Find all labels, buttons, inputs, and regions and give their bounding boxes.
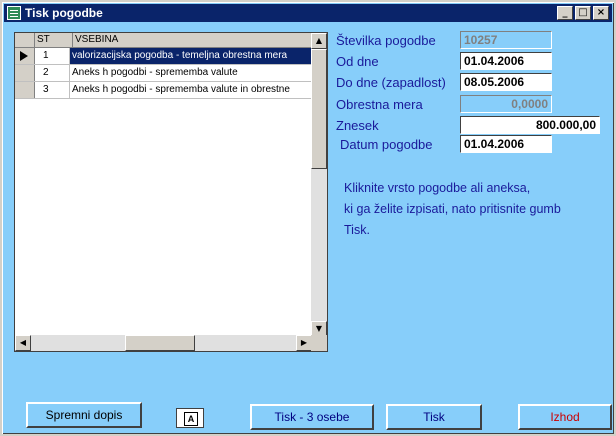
cover-letter-button[interactable]: Spremni dopis xyxy=(26,402,142,428)
scrollbar-corner xyxy=(311,335,327,351)
from-date-label: Od dne xyxy=(336,54,379,69)
title-bar: Tisk pogodbe _ □ × xyxy=(4,4,612,22)
interest-rate-field: 0,0000 xyxy=(460,95,552,113)
scroll-left-icon[interactable]: ◀ xyxy=(15,335,31,351)
print-3-persons-label: Tisk - 3 osebe xyxy=(274,410,350,424)
print-label: Tisk xyxy=(423,410,445,424)
grid-header-selector xyxy=(15,33,35,47)
contract-date-label: Datum pogodbe xyxy=(340,137,433,152)
amount-field[interactable]: 800.000,00 xyxy=(460,116,600,134)
close-button[interactable]: × xyxy=(593,6,609,20)
table-row[interactable]: 1 valorizacijska pogodba - temeljna obre… xyxy=(15,48,312,65)
maximize-button[interactable]: □ xyxy=(575,6,591,20)
row-st-cell[interactable]: 2 xyxy=(35,65,70,81)
column-header-vsebina[interactable]: VSEBINA xyxy=(73,33,312,47)
instruction-line-1: Kliknite vrsto pogodbe ali aneksa, xyxy=(344,181,531,195)
print-button[interactable]: Tisk xyxy=(386,404,482,430)
instruction-text: Kliknite vrsto pogodbe ali aneksa, ki ga… xyxy=(344,178,561,241)
window-title: Tisk pogodbe xyxy=(25,6,103,20)
contract-number-field: 10257 xyxy=(460,31,552,49)
row-vsebina-cell[interactable]: Aneks h pogodbi - sprememba valute xyxy=(70,65,312,81)
exit-label: Izhod xyxy=(550,410,580,424)
contract-date-field[interactable]: 01.04.2006 xyxy=(460,135,552,153)
due-date-field[interactable]: 08.05.2006 xyxy=(460,73,552,91)
scroll-right-icon[interactable]: ▶ xyxy=(296,335,312,351)
exit-button[interactable]: Izhod xyxy=(518,404,612,430)
interest-rate-label: Obrestna mera xyxy=(336,97,423,112)
row-st-cell[interactable]: 3 xyxy=(35,82,70,98)
row-selector[interactable] xyxy=(15,82,35,98)
cover-letter-label: Spremni dopis xyxy=(45,408,123,422)
app-icon xyxy=(7,6,21,20)
due-date-label: Do dne (zapadlost) xyxy=(336,75,446,90)
print-contract-window: Tisk pogodbe _ □ × ST VSEBINA 1 valoriza… xyxy=(0,0,616,436)
column-header-st[interactable]: ST xyxy=(35,33,73,47)
contract-type-grid[interactable]: ST VSEBINA 1 valorizacijska pogodba - te… xyxy=(14,32,328,352)
instruction-line-3: Tisk. xyxy=(344,223,370,237)
vertical-scroll-thumb[interactable] xyxy=(311,49,327,169)
row-st-cell[interactable]: 1 xyxy=(35,48,70,64)
table-row[interactable]: 2 Aneks h pogodbi - sprememba valute xyxy=(15,65,312,82)
from-date-field[interactable]: 01.04.2006 xyxy=(460,52,552,70)
row-selector[interactable] xyxy=(15,65,35,81)
current-row-arrow-icon xyxy=(20,51,28,61)
print-3-persons-button[interactable]: Tisk - 3 osebe xyxy=(250,404,374,430)
horizontal-scroll-thumb[interactable] xyxy=(125,335,195,351)
vertical-scrollbar[interactable]: ▲ ▼ xyxy=(311,33,327,337)
letter-a-icon: A xyxy=(184,412,198,426)
row-vsebina-cell[interactable]: valorizacijska pogodba - temeljna obrest… xyxy=(70,48,312,64)
amount-label: Znesek xyxy=(336,118,379,133)
row-vsebina-cell[interactable]: Aneks h pogodbi - sprememba valute in ob… xyxy=(70,82,312,98)
grid-header: ST VSEBINA xyxy=(15,33,312,48)
document-icon[interactable]: A xyxy=(176,408,204,428)
horizontal-scrollbar[interactable]: ◀ ▶ xyxy=(15,335,312,351)
contract-number-label: Številka pogodbe xyxy=(336,33,436,48)
minimize-button[interactable]: _ xyxy=(557,6,573,20)
row-selector[interactable] xyxy=(15,48,35,64)
instruction-line-2: ki ga želite izpisati, nato pritisnite g… xyxy=(344,202,561,216)
table-row[interactable]: 3 Aneks h pogodbi - sprememba valute in … xyxy=(15,82,312,99)
scroll-up-icon[interactable]: ▲ xyxy=(311,33,327,49)
